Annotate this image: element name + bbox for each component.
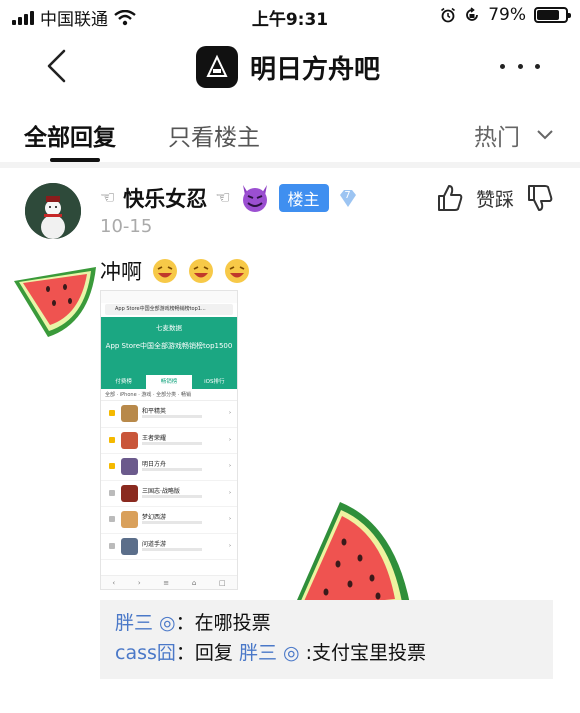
reply-text: 在哪投票 xyxy=(194,612,271,634)
rotation-lock-icon xyxy=(466,7,479,21)
image-tab: 付费榜 xyxy=(115,379,132,385)
image-status-bar xyxy=(101,291,237,303)
battery-icon xyxy=(534,7,571,23)
reply-separator: ： xyxy=(175,612,195,634)
status-bar: 中国联通 上午9:31 79% xyxy=(0,0,580,32)
sub-replies: 胖三 ◎：在哪投票 cass囧：回复 胖三 ◎ :支付宝里投票 xyxy=(100,600,553,679)
reply-prefix: 回复 xyxy=(194,642,239,664)
image-list-item: 明日方舟 › xyxy=(101,454,237,481)
image-list-item: 王者荣耀 › xyxy=(101,428,237,454)
laughing-face-icon xyxy=(225,259,249,283)
more-dot xyxy=(535,63,540,69)
image-bottom-bar: ‹ › ≡ ⌂ □ xyxy=(101,575,237,589)
thumbs-down-icon[interactable] xyxy=(526,183,554,213)
sub-reply[interactable]: cass囧：回复 胖三 ◎ :支付宝里投票 xyxy=(115,638,538,668)
forum-title: 明日方舟吧 xyxy=(250,54,381,85)
status-right: 79% xyxy=(440,5,571,25)
author-row: ☜ 快乐女忍 ☜ 楼主 7 xyxy=(100,183,359,213)
forum-logo xyxy=(196,46,238,88)
author-name[interactable]: 快乐女忍 xyxy=(123,183,207,213)
image-tabs: 付费榜 畅销榜 iOS排行 xyxy=(101,375,237,389)
reply-author[interactable]: cass囧 xyxy=(115,642,176,664)
op-badge: 楼主 xyxy=(278,184,329,212)
more-dot xyxy=(500,63,505,69)
chevron-down-icon xyxy=(537,130,553,140)
laughing-face-icon xyxy=(153,259,177,283)
image-list-item: 问道手游 › xyxy=(101,534,237,560)
back-button[interactable] xyxy=(40,48,76,84)
avatar[interactable] xyxy=(25,183,81,239)
laughing-face-icon xyxy=(189,259,213,283)
image-tab: iOS排行 xyxy=(204,379,225,385)
post-text: 冲啊 xyxy=(100,260,142,284)
level-number: 7 xyxy=(344,190,351,201)
more-dot xyxy=(517,63,523,69)
image-list-item: 梦幻西游 › xyxy=(101,507,237,534)
post-image[interactable]: App Store中国全部游戏榜畅销榜top1... 七麦数据 App Stor… xyxy=(100,290,238,590)
thumbs-up-icon[interactable] xyxy=(436,183,464,213)
vote-controls: 赞踩 xyxy=(436,183,554,213)
watermelon-sticker-icon xyxy=(14,267,96,337)
more-button[interactable] xyxy=(500,52,540,80)
sub-reply[interactable]: 胖三 ◎：在哪投票 xyxy=(115,608,538,638)
tab-all-replies[interactable]: 全部回复 xyxy=(24,118,116,152)
image-header-title: 七麦数据 xyxy=(156,324,182,332)
pointing-hand-icon: ☜ xyxy=(100,188,116,208)
sort-label: 热门 xyxy=(474,125,520,151)
vote-label: 赞踩 xyxy=(475,188,514,211)
nav-bar: 明日方舟吧 xyxy=(0,32,580,100)
battery-fill xyxy=(537,10,560,20)
image-header-subtitle: App Store中国全部游戏畅销榜top1500 xyxy=(105,342,233,350)
image-url-bar: App Store中国全部游戏榜畅销榜top1... xyxy=(105,304,233,315)
image-list-item: 和平精英 › xyxy=(101,401,237,428)
image-tab: 畅销榜 xyxy=(146,375,192,389)
level-badge: 7 xyxy=(337,187,359,209)
back-chevron-icon xyxy=(47,49,66,83)
devil-emoji-icon xyxy=(242,185,267,212)
sort-dropdown[interactable]: 热门 xyxy=(474,118,554,152)
post-content: 冲啊 xyxy=(100,256,250,286)
reply-mention[interactable]: 胖三 ◎ xyxy=(239,642,300,664)
tab-only-op[interactable]: 只看楼主 xyxy=(168,118,260,152)
image-list-item: 三国志·战略版 › xyxy=(101,481,237,507)
battery-percent: 79% xyxy=(488,5,526,25)
tab-indicator xyxy=(50,158,100,162)
pointing-hand-icon: ☜ xyxy=(215,188,231,208)
forum-header[interactable]: 明日方舟吧 xyxy=(196,46,380,88)
reply-tabs: 全部回复 只看楼主 热门 xyxy=(0,100,580,168)
reply-text: :支付宝里投票 xyxy=(299,642,427,664)
reply-separator: ： xyxy=(175,642,195,664)
reply-author[interactable]: 胖三 ◎ xyxy=(115,612,176,634)
post-date: 10-15 xyxy=(100,216,153,237)
image-filter: 全部 · iPhone · 游戏 · 全部分类 · 畅销 xyxy=(101,389,237,401)
image-header: 七麦数据 App Store中国全部游戏畅销榜top1500 付费榜 畅销榜 i… xyxy=(101,317,237,389)
alarm-icon xyxy=(441,7,456,23)
